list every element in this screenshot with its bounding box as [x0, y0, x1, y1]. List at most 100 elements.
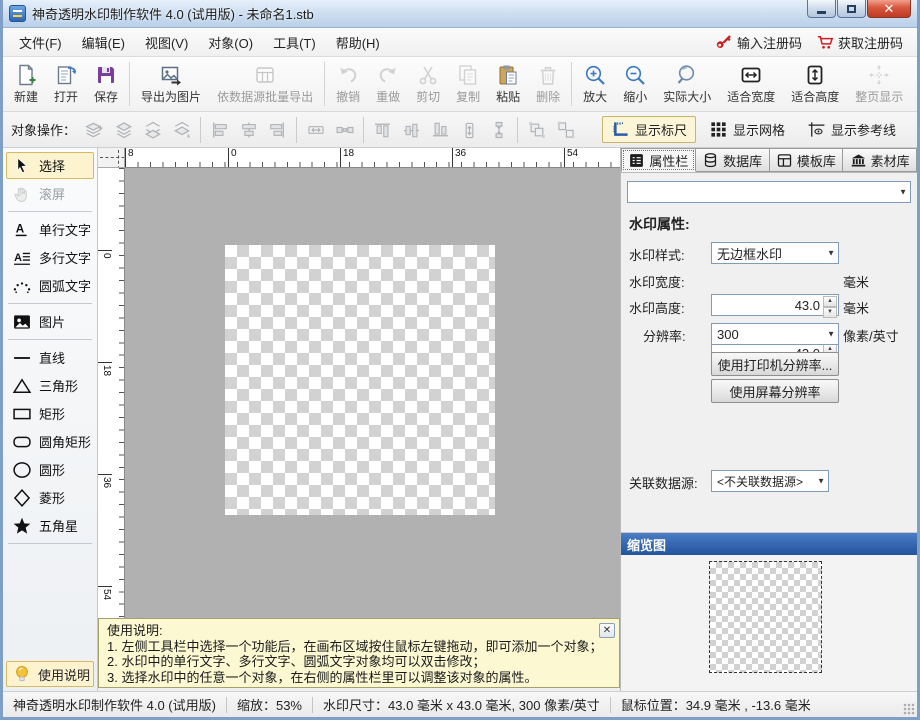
tool-arc-text[interactable]: 圆弧文字	[6, 272, 94, 299]
tool-triangle[interactable]: 三角形	[6, 372, 94, 399]
watermark-width-spinner[interactable]: 43.0 ▲▼	[711, 294, 839, 316]
ruler-corner	[98, 148, 125, 168]
tab-properties[interactable]: 属性栏	[621, 148, 696, 172]
horizontal-ruler: 8 0 18 36 54	[125, 148, 620, 168]
thumbnail-section: 缩览图	[621, 532, 917, 691]
open-button[interactable]: 打开	[46, 59, 86, 109]
canvas-background[interactable]	[125, 168, 620, 618]
resize-grip[interactable]	[903, 703, 915, 715]
tool-rectangle[interactable]: 矩形	[6, 400, 94, 427]
screen-resolution-button[interactable]: 使用屏幕分辨率	[711, 379, 839, 403]
zoom-in-icon	[583, 63, 607, 87]
menu-object[interactable]: 对象(O)	[198, 29, 263, 56]
object-selector-combobox[interactable]: ▼	[627, 181, 911, 203]
tab-materials[interactable]: 素材库	[843, 148, 917, 172]
zoom-in-button[interactable]: 放大	[575, 59, 615, 109]
printer-resolution-button[interactable]: 使用打印机分辨率...	[711, 352, 839, 376]
status-app-name: 神奇透明水印制作软件 4.0 (试用版)	[3, 695, 226, 714]
toolbar-separator	[129, 62, 130, 106]
tool-rounded-rectangle[interactable]: 圆角矩形	[6, 428, 94, 455]
window-title: 神奇透明水印制作软件 4.0 (试用版) - 未命名1.stb	[32, 4, 314, 23]
tab-templates[interactable]: 模板库	[770, 148, 844, 172]
align-bottom-icon	[428, 115, 454, 144]
style-label: 水印样式:	[629, 245, 685, 264]
tool-select[interactable]: 选择	[6, 152, 94, 179]
spinner-arrows[interactable]: ▲▼	[823, 296, 837, 314]
menu-help[interactable]: 帮助(H)	[326, 29, 390, 56]
show-guide-toggle[interactable]: 显示参考线	[798, 116, 905, 143]
maximize-button[interactable]	[837, 0, 866, 18]
copy-button: 复制	[448, 59, 488, 109]
watermark-style-dropdown[interactable]: 无边框水印 ▼	[711, 242, 839, 264]
toolbar-separator	[324, 62, 325, 106]
actual-size-button[interactable]: 实际大小	[655, 59, 719, 109]
tab-database[interactable]: 数据库	[696, 148, 770, 172]
ruler-label: 36	[98, 474, 112, 488]
menu-edit[interactable]: 编辑(E)	[72, 29, 135, 56]
ruler-label: 54	[564, 148, 578, 168]
tool-diamond[interactable]: 菱形	[6, 484, 94, 511]
bulb-icon	[12, 664, 32, 684]
new-button[interactable]: 新建	[6, 59, 46, 109]
ungroup-icon	[551, 117, 580, 143]
ruler-label: 54	[98, 586, 112, 600]
fit-height-icon	[803, 63, 827, 87]
delete-icon	[536, 63, 560, 87]
fit-height-button[interactable]: 适合高度	[783, 59, 847, 109]
ruler-icon	[611, 120, 630, 139]
vertical-distribute-icon	[484, 117, 513, 143]
tool-multi-line-text[interactable]: A多行文字	[6, 244, 94, 271]
toolbar-separator	[571, 62, 572, 106]
width-unit: 毫米	[843, 272, 869, 291]
copy-icon	[456, 63, 480, 87]
fit-width-icon	[739, 63, 763, 87]
minimize-button[interactable]	[807, 0, 836, 18]
cut-button: 剪切	[408, 59, 448, 109]
get-register-code-link[interactable]: 获取注册码	[816, 33, 903, 52]
spin-down-icon[interactable]: ▼	[823, 307, 837, 318]
show-grid-toggle[interactable]: 显示网格	[700, 116, 794, 143]
width-label: 水印宽度:	[629, 272, 685, 291]
align-middle-icon	[399, 115, 425, 144]
datasource-label: 关联数据源:	[629, 473, 698, 492]
undo-button: 撤销	[328, 59, 368, 109]
usage-help-button[interactable]: 使用说明	[6, 661, 94, 687]
tool-line[interactable]: 直线	[6, 344, 94, 371]
help-line-1: 1. 左侧工具栏中选择一个功能后，在画布区域按住鼠标左键拖动，即可添加一个对象；	[107, 639, 611, 655]
spin-up-icon[interactable]: ▲	[823, 296, 837, 307]
zoom-out-button[interactable]: 缩小	[615, 59, 655, 109]
paste-button[interactable]: 粘贴	[488, 59, 528, 109]
application-window: 神奇透明水印制作软件 4.0 (试用版) - 未命名1.stb ✕ 文件(F) …	[0, 0, 920, 720]
export-image-button[interactable]: 导出为图片	[133, 59, 209, 109]
close-button[interactable]: ✕	[867, 0, 911, 18]
bring-to-front-icon	[80, 117, 109, 143]
tool-circle[interactable]: 圆形	[6, 456, 94, 483]
redo-icon	[376, 63, 400, 87]
menu-tools[interactable]: 工具(T)	[263, 29, 326, 56]
enter-register-code-link[interactable]: 输入注册码	[715, 33, 802, 52]
menu-file[interactable]: 文件(F)	[9, 29, 72, 56]
align-left-icon	[205, 117, 234, 143]
datasource-dropdown[interactable]: <不关联数据源> ▼	[711, 470, 829, 492]
ruler-label: 18	[98, 362, 112, 376]
watermark-transparent-canvas[interactable]	[225, 245, 495, 515]
tool-image[interactable]: 图片	[6, 308, 94, 335]
tool-star[interactable]: 五角星	[6, 512, 94, 539]
help-close-button[interactable]: ✕	[599, 623, 615, 638]
app-logo-icon	[9, 5, 26, 22]
show-ruler-toggle[interactable]: 显示标尺	[602, 116, 696, 143]
close-icon: ✕	[603, 623, 611, 639]
database-tab-icon	[702, 152, 719, 169]
object-operations-bar: 对象操作： 显示标尺 显示网格	[3, 112, 917, 148]
hand-icon	[11, 184, 33, 204]
resolution-dropdown[interactable]: 300 ▼	[711, 323, 839, 345]
tool-single-line-text[interactable]: A单行文字	[6, 216, 94, 243]
open-file-icon	[54, 63, 78, 87]
same-width-icon	[301, 117, 330, 143]
align-center-icon	[234, 117, 263, 143]
status-mouse-position: 鼠标位置：34.9 毫米 , -13.6 毫米	[611, 695, 821, 714]
save-button[interactable]: 保存	[86, 59, 126, 109]
grid-icon	[709, 120, 728, 139]
fit-width-button[interactable]: 适合宽度	[719, 59, 783, 109]
menu-view[interactable]: 视图(V)	[135, 29, 198, 56]
